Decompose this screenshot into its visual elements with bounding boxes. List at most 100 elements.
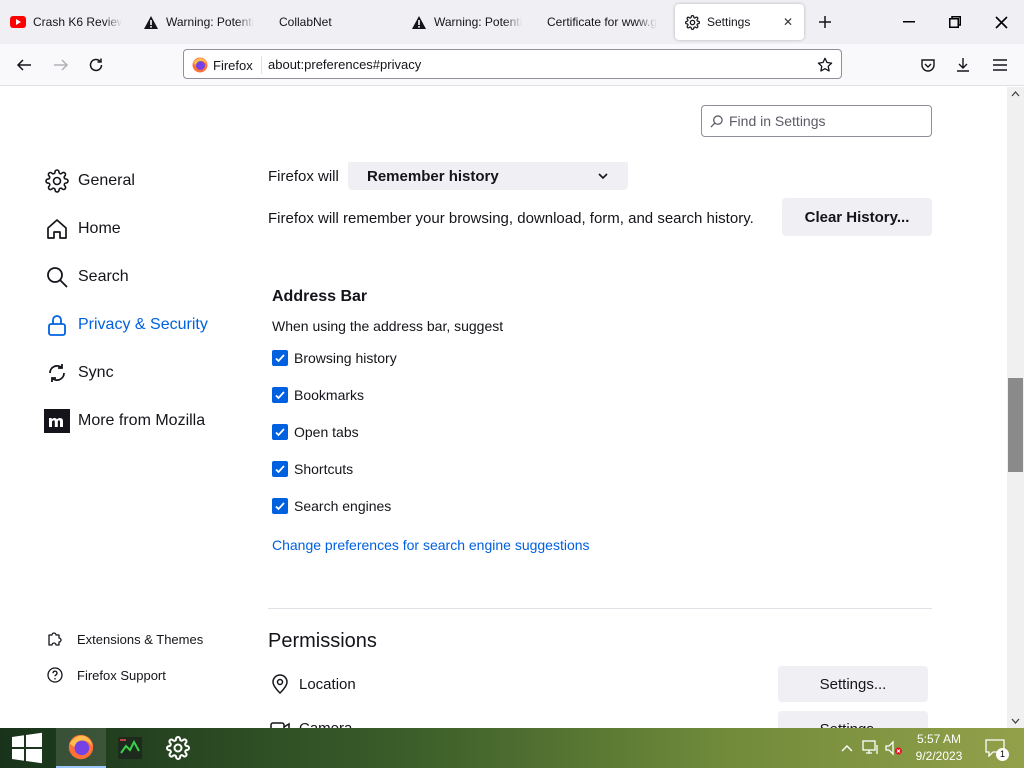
category-more-from-mozilla[interactable]: More from Mozilla <box>44 405 205 437</box>
help-icon <box>46 666 64 684</box>
gear-icon <box>166 736 190 760</box>
footer-link-label: Firefox Support <box>77 667 166 683</box>
home-icon <box>44 216 70 242</box>
location-icon <box>270 674 290 694</box>
tab-title: Certificate for www.g <box>547 15 658 29</box>
footer-link-label: Extensions & Themes <box>77 631 204 647</box>
checkbox-search-engines[interactable]: Search engines <box>272 496 391 516</box>
taskbar-settings[interactable] <box>154 728 202 768</box>
taskbar-clock[interactable]: 5:57 AM 9/2/2023 <box>905 731 973 765</box>
camera-settings-button[interactable]: Settings... <box>778 711 928 728</box>
page-scrollbar[interactable] <box>1007 87 1024 728</box>
tab-title: CollabNet <box>279 15 332 29</box>
scrollbar-thumb[interactable] <box>1008 378 1023 472</box>
history-prefix-label: Firefox will <box>268 167 339 185</box>
taskbar-firefox[interactable] <box>56 728 106 768</box>
search-placeholder: Find in Settings <box>729 113 826 129</box>
tab-title: Warning: Potenti <box>166 15 255 29</box>
checkbox-checked-icon[interactable] <box>272 461 288 477</box>
url-bar[interactable]: Firefox about:preferences#privacy <box>183 49 842 79</box>
checkbox-label: Search engines <box>294 498 392 514</box>
tab-warning-1[interactable]: Warning: Potenti <box>143 0 258 44</box>
tab-settings[interactable]: Settings ✕ <box>675 4 804 40</box>
category-label: General <box>78 172 135 189</box>
bookmark-star-icon[interactable] <box>815 55 835 75</box>
category-label: Sync <box>78 364 114 381</box>
permission-location: Location <box>270 672 356 696</box>
url-text[interactable]: about:preferences#privacy <box>268 56 421 74</box>
minimize-button[interactable] <box>886 0 932 44</box>
scroll-up-arrow-icon[interactable] <box>1007 87 1024 101</box>
history-description: Firefox will remember your browsing, dow… <box>268 210 754 227</box>
chevron-down-icon <box>597 169 609 186</box>
gear-icon <box>44 168 70 194</box>
checkbox-browsing-history[interactable]: Browsing history <box>272 348 397 368</box>
find-in-settings-input[interactable]: Find in Settings <box>701 105 932 137</box>
tab-crash-k6-review[interactable]: Crash K6 Review <box>10 0 122 44</box>
puzzle-icon <box>46 630 64 648</box>
url-separator <box>261 56 262 74</box>
category-home[interactable]: Home <box>44 213 121 245</box>
checkbox-label: Open tabs <box>294 424 359 440</box>
close-window-button[interactable] <box>978 0 1024 44</box>
checkbox-open-tabs[interactable]: Open tabs <box>272 422 359 442</box>
app-menu-button[interactable] <box>985 50 1015 80</box>
checkbox-checked-icon[interactable] <box>272 350 288 366</box>
category-label: Home <box>78 220 121 237</box>
volume-muted-icon[interactable] <box>884 738 904 758</box>
warning-icon <box>143 14 159 30</box>
tab-collabnet[interactable]: CollabNet <box>279 0 389 44</box>
address-bar-description: When using the address bar, suggest <box>272 318 504 334</box>
app-icon <box>118 737 142 759</box>
category-privacy-security[interactable]: Privacy & Security <box>44 309 208 341</box>
tab-title: Warning: Potenti <box>434 15 523 29</box>
identity-box[interactable]: Firefox <box>192 56 253 74</box>
clock-time: 5:57 AM <box>916 732 962 746</box>
location-settings-button[interactable]: Settings... <box>778 666 928 702</box>
downloads-button[interactable] <box>948 50 978 80</box>
sync-icon <box>44 360 70 386</box>
taskbar-app-terminal[interactable] <box>106 728 154 768</box>
checkbox-checked-icon[interactable] <box>272 498 288 514</box>
windows-taskbar: 5:57 AM 9/2/2023 1 <box>0 728 1024 768</box>
firefox-support-link[interactable]: Firefox Support <box>46 664 166 686</box>
close-tab-icon[interactable]: ✕ <box>780 14 796 30</box>
checkbox-bookmarks[interactable]: Bookmarks <box>272 385 364 405</box>
notification-center-icon[interactable]: 1 <box>983 738 1009 761</box>
network-icon[interactable] <box>861 738 881 758</box>
history-mode-select[interactable]: Remember history <box>348 162 628 190</box>
clear-history-button[interactable]: Clear History... <box>782 198 932 236</box>
warning-icon <box>411 14 427 30</box>
permission-label: Camera <box>299 719 353 729</box>
youtube-icon <box>10 14 26 30</box>
forward-button[interactable] <box>46 50 76 80</box>
reload-button[interactable] <box>81 50 111 80</box>
checkbox-checked-icon[interactable] <box>272 387 288 403</box>
tab-title: Settings <box>707 15 751 29</box>
back-button[interactable] <box>9 50 39 80</box>
checkbox-shortcuts[interactable]: Shortcuts <box>272 459 353 479</box>
start-button[interactable] <box>0 728 54 768</box>
scroll-down-arrow-icon[interactable] <box>1007 714 1024 728</box>
tab-warning-2[interactable]: Warning: Potenti <box>411 0 526 44</box>
checkbox-checked-icon[interactable] <box>272 424 288 440</box>
permission-label: Location <box>299 675 356 693</box>
new-tab-button[interactable] <box>803 0 847 44</box>
restore-button[interactable] <box>932 0 978 44</box>
search-suggestions-link[interactable]: Change preferences for search engine sug… <box>272 537 590 553</box>
tray-overflow-chevron-icon[interactable] <box>837 738 857 758</box>
category-search[interactable]: Search <box>44 261 129 293</box>
firefox-icon <box>68 734 94 760</box>
extensions-themes-link[interactable]: Extensions & Themes <box>46 628 203 650</box>
history-mode-value: Remember history <box>367 167 499 185</box>
category-sync[interactable]: Sync <box>44 357 114 389</box>
mozilla-icon <box>44 408 70 434</box>
pocket-button[interactable] <box>913 50 943 80</box>
category-general[interactable]: General <box>44 165 135 197</box>
permissions-heading: Permissions <box>268 630 377 652</box>
category-label: Search <box>78 268 129 285</box>
tab-certificate[interactable]: Certificate for www.g <box>547 0 662 44</box>
checkbox-label: Bookmarks <box>294 387 365 403</box>
category-label: More from Mozilla <box>78 412 206 429</box>
section-divider <box>268 608 932 609</box>
